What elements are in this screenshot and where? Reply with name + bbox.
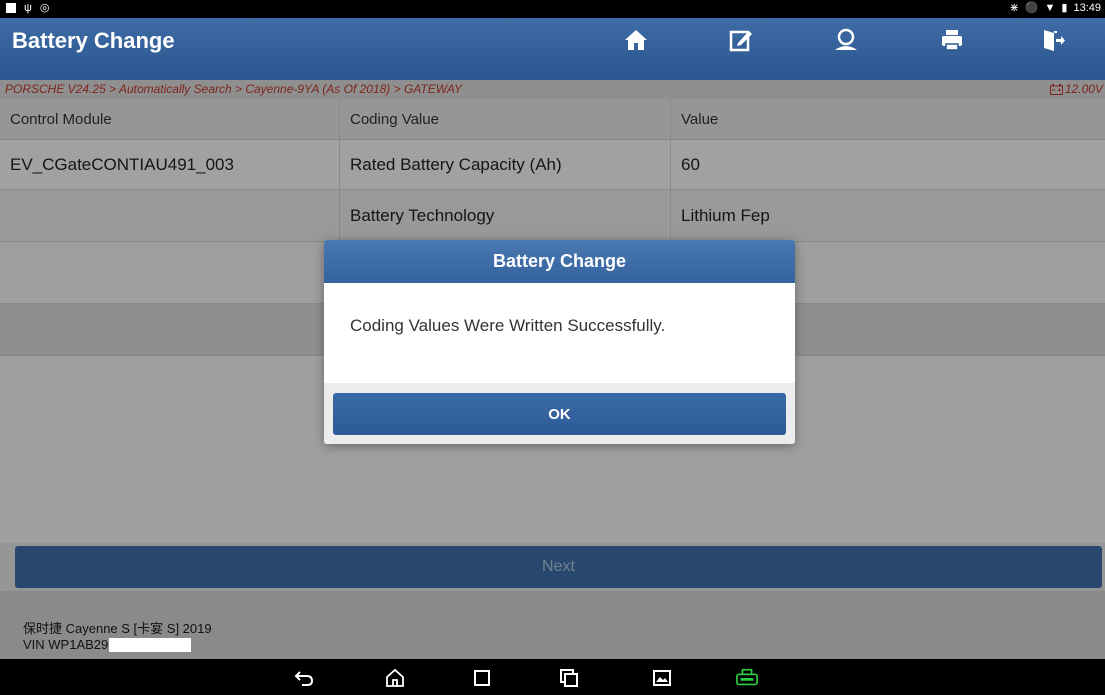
home-nav-button[interactable] <box>384 668 406 688</box>
screenshot-button[interactable] <box>651 668 673 688</box>
vehicle-info-footer: 保时捷 Cayenne S [卡宴 S] 2019 VIN WP1AB29 <box>0 591 1105 659</box>
print-icon <box>941 30 962 51</box>
edit-icon <box>729 30 752 52</box>
exit-icon <box>1043 30 1065 51</box>
square-icon <box>474 670 490 686</box>
dialog-title: Battery Change <box>324 240 795 283</box>
accessibility-icon: ◎ <box>39 2 50 14</box>
page-title: Battery Change <box>12 28 175 53</box>
vin-redaction <box>109 637 192 652</box>
vin-line: VIN WP1AB29 <box>23 637 192 652</box>
back-icon <box>294 671 314 686</box>
exit-button[interactable] <box>1000 18 1105 62</box>
home-icon <box>624 30 647 50</box>
overlap-squares-icon <box>560 669 578 687</box>
recents-button[interactable] <box>471 668 493 688</box>
dialog-footer: OK <box>324 383 795 444</box>
split-screen-button[interactable] <box>558 668 580 688</box>
image-icon <box>6 3 16 13</box>
home-button[interactable] <box>583 18 688 62</box>
vci-connector-button[interactable] <box>736 668 758 688</box>
wifi-icon: ▼ <box>1044 2 1056 14</box>
battery-change-dialog: Battery Change Coding Values Were Writte… <box>324 240 795 444</box>
dialog-message: Coding Values Were Written Successfully. <box>350 316 666 335</box>
print-button[interactable] <box>899 18 1004 62</box>
vci-connector-icon <box>736 668 758 686</box>
title-bar: Battery Change <box>0 18 1105 80</box>
status-time: 13:49 <box>1073 2 1101 14</box>
edit-button[interactable] <box>688 18 793 62</box>
bluetooth-icon: ⋇ <box>1009 2 1019 14</box>
gallery-icon <box>653 670 671 686</box>
do-not-disturb-icon: ⚫ <box>1024 2 1039 14</box>
ok-button[interactable]: OK <box>333 393 786 435</box>
home-outline-icon <box>386 668 404 687</box>
status-bar: ψ ◎ ⋇ ⚫ ▼ ▮ 13:49 <box>0 0 1105 18</box>
back-button[interactable] <box>293 668 315 688</box>
usb-icon: ψ <box>24 2 32 14</box>
navigation-bar <box>0 659 1105 695</box>
user-button[interactable] <box>793 18 898 62</box>
vehicle-name: 保时捷 Cayenne S [卡宴 S] 2019 <box>23 621 212 636</box>
user-icon <box>834 28 857 50</box>
battery-icon: ▮ <box>1061 2 1068 14</box>
vin-text: VIN WP1AB29 <box>23 637 109 652</box>
